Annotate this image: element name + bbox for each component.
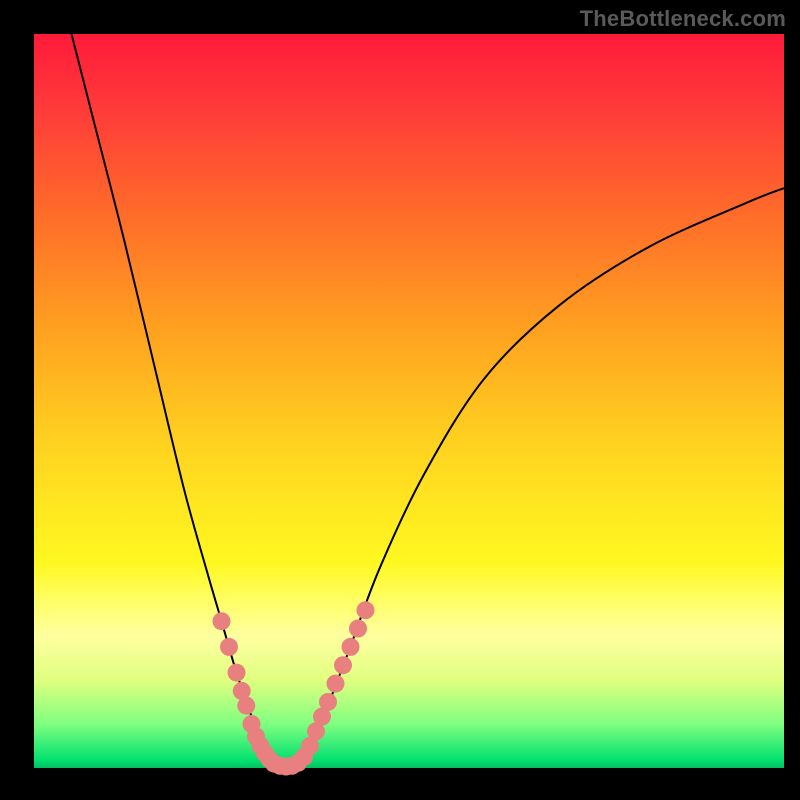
curve-marker	[342, 638, 360, 656]
curve-marker	[334, 656, 352, 674]
curve-marker	[319, 693, 337, 711]
curve-marker	[213, 612, 231, 630]
curve-marker	[327, 675, 345, 693]
curve-marker	[228, 664, 246, 682]
curve-marker	[220, 638, 238, 656]
curve-markers	[213, 601, 375, 775]
curve-layer	[34, 34, 784, 768]
curve-marker	[237, 697, 255, 715]
curve-marker	[357, 601, 375, 619]
plot-area	[34, 34, 784, 768]
chart-frame: TheBottleneck.com	[0, 0, 800, 800]
watermark-text: TheBottleneck.com	[580, 6, 786, 32]
bottleneck-curve	[72, 34, 785, 769]
curve-marker	[349, 620, 367, 638]
